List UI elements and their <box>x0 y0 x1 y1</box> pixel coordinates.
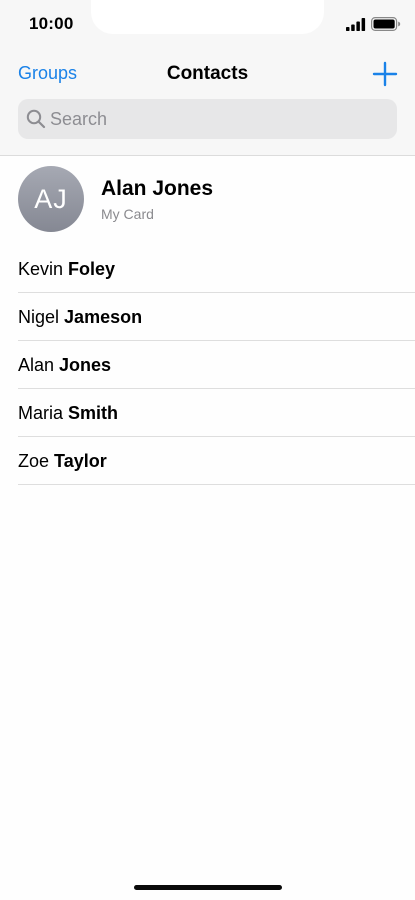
search-input[interactable] <box>50 99 380 139</box>
contact-first-name: Zoe <box>18 451 50 471</box>
contact-list: Kevin Foley Nigel Jameson Alan Jones Mar… <box>0 245 415 485</box>
my-card-subtitle: My Card <box>101 206 154 222</box>
plus-icon[interactable] <box>371 60 399 88</box>
list-item[interactable]: Nigel Jameson <box>0 293 415 341</box>
contact-name: Kevin Foley <box>18 259 115 280</box>
my-card-row[interactable]: AJ Alan Jones My Card <box>0 156 415 244</box>
contact-name: Alan Jones <box>18 355 111 376</box>
contact-first-name: Alan <box>18 355 55 375</box>
magnifier-icon <box>26 109 46 129</box>
cellular-signal-icon <box>346 18 366 31</box>
contact-last-name: Smith <box>68 403 119 423</box>
contacts-screen: 10:00 Groups Contacts AJ Alan <box>0 0 415 900</box>
navigation-header: 10:00 Groups Contacts <box>0 0 415 156</box>
contact-last-name: Foley <box>68 259 116 279</box>
list-item[interactable]: Maria Smith <box>0 389 415 437</box>
list-item[interactable]: Alan Jones <box>0 341 415 389</box>
contact-last-name: Jones <box>59 355 112 375</box>
contact-name: Zoe Taylor <box>18 451 107 472</box>
my-card-name: Alan Jones <box>101 177 214 200</box>
contact-name: Nigel Jameson <box>18 307 142 328</box>
contact-last-name: Jameson <box>64 307 143 327</box>
status-time: 10:00 <box>29 14 74 33</box>
avatar: AJ <box>18 166 84 232</box>
contact-name: Maria Smith <box>18 403 118 424</box>
list-item[interactable]: Kevin Foley <box>0 245 415 293</box>
search-bar[interactable] <box>18 99 397 139</box>
device-notch <box>91 0 324 34</box>
groups-button[interactable]: Groups <box>18 63 77 84</box>
list-item[interactable]: Zoe Taylor <box>0 437 415 485</box>
contact-first-name: Maria <box>18 403 64 423</box>
divider <box>18 484 415 485</box>
home-indicator[interactable] <box>134 885 282 890</box>
battery-full-icon <box>371 17 401 31</box>
contact-last-name: Taylor <box>54 451 107 471</box>
contact-first-name: Kevin <box>18 259 64 279</box>
contact-first-name: Nigel <box>18 307 60 327</box>
